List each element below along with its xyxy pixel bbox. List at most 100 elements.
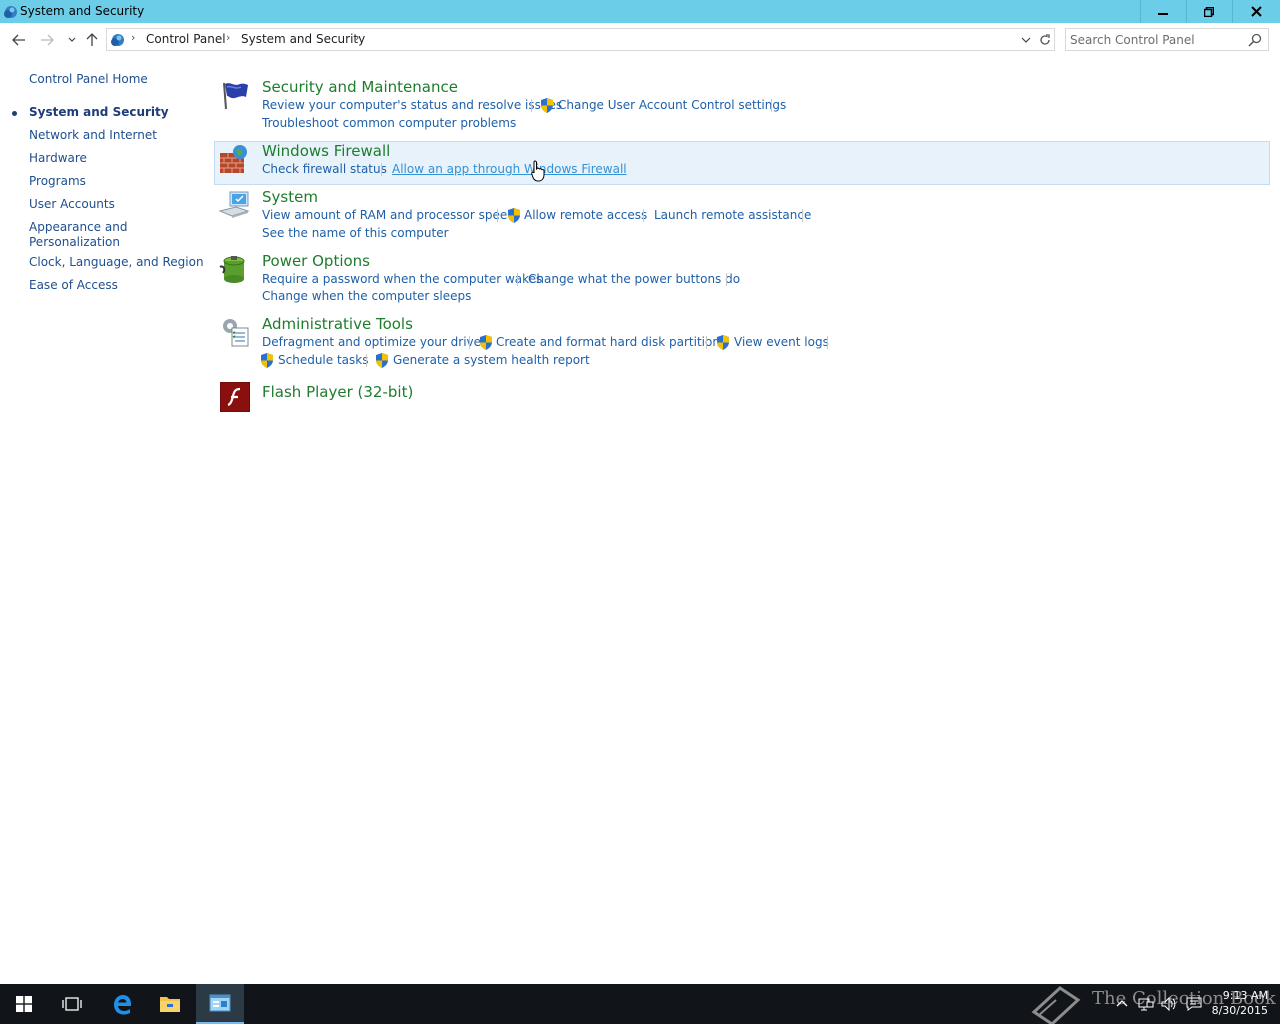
sidebar-item-appearance[interactable]: Appearance and Personalization (29, 220, 129, 250)
search-icon[interactable] (1247, 32, 1263, 48)
breadcrumb-separator[interactable]: › (226, 31, 230, 44)
search-box[interactable] (1065, 28, 1269, 51)
task-link[interactable]: See the name of this computer (262, 226, 449, 240)
windows-logo-icon (16, 996, 32, 1012)
back-button[interactable] (10, 31, 28, 49)
start-button[interactable] (0, 984, 48, 1024)
task-link[interactable]: Create and format hard disk partitions (496, 335, 726, 349)
edge-browser-button[interactable] (98, 984, 146, 1024)
breadcrumb-control-panel[interactable]: Control Panel (146, 32, 226, 46)
category-title[interactable]: System (262, 188, 318, 206)
forward-arrow-icon (41, 34, 54, 46)
divider (517, 273, 518, 286)
taskbar: The Collection Book 9:13 AM 8/30/2015 (0, 984, 1280, 1024)
task-link[interactable]: Allow remote access (524, 208, 647, 222)
edge-icon (114, 995, 131, 1015)
task-link[interactable]: View event logs (734, 335, 829, 349)
up-button[interactable] (83, 31, 101, 49)
clock-time: 9:13 AM (1222, 989, 1268, 1002)
divider (1140, 0, 1141, 23)
clock-date: 8/30/2015 (1211, 1004, 1268, 1017)
task-link[interactable]: Launch remote assistance (654, 208, 811, 222)
category-title[interactable]: Windows Firewall (262, 142, 390, 160)
firewall-icon (220, 145, 247, 173)
address-dropdown-icon[interactable] (1019, 32, 1033, 48)
task-link[interactable]: Change when the computer sleeps (262, 289, 471, 303)
navigation-bar: › Control Panel › System and Security › (0, 23, 1280, 56)
computer-icon (218, 191, 250, 218)
breadcrumb-system-and-security[interactable]: System and Security (241, 32, 365, 46)
breadcrumb-separator[interactable]: › (355, 31, 359, 44)
sidebar-item-programs[interactable]: Programs (29, 174, 86, 189)
close-button[interactable] (1232, 0, 1280, 23)
breadcrumb-separator[interactable]: › (131, 31, 135, 44)
divider (1232, 0, 1233, 23)
minimize-icon (1158, 12, 1168, 15)
up-arrow-icon (86, 33, 98, 46)
uac-shield-icon (717, 335, 729, 350)
sidebar-item-network-and-internet[interactable]: Network and Internet (29, 128, 157, 143)
uac-shield-icon (508, 208, 520, 223)
restore-button[interactable] (1186, 0, 1232, 23)
sidebar-item-system-and-security[interactable]: System and Security (29, 105, 169, 120)
control-panel-window-icon (209, 994, 231, 1012)
task-link[interactable]: Schedule tasks (278, 353, 368, 367)
uac-shield-icon (541, 98, 553, 113)
task-link[interactable]: Troubleshoot common computer problems (262, 116, 516, 130)
task-link[interactable]: Generate a system health report (393, 353, 590, 367)
battery-icon (219, 256, 245, 283)
task-link[interactable]: Change User Account Control settings (558, 98, 786, 112)
task-link[interactable]: Defragment and optimize your drives (262, 335, 487, 349)
forward-button[interactable] (38, 31, 56, 49)
category-title[interactable]: Security and Maintenance (262, 78, 458, 96)
divider (827, 336, 828, 349)
file-explorer-button[interactable] (146, 984, 194, 1024)
current-item-bullet (12, 111, 17, 116)
search-input[interactable] (1070, 31, 1240, 48)
sidebar-item-ease-of-access[interactable]: Ease of Access (29, 278, 118, 293)
category-title[interactable]: Administrative Tools (262, 315, 413, 333)
task-link[interactable]: Check firewall status (262, 162, 387, 176)
minimize-button[interactable] (1140, 0, 1186, 23)
category-title[interactable]: Flash Player (32-bit) (262, 383, 413, 401)
task-link[interactable]: Review your computer's status and resolv… (262, 98, 562, 112)
restore-icon (1204, 6, 1214, 17)
divider (726, 273, 727, 286)
task-link[interactable]: Require a password when the computer wak… (262, 272, 542, 286)
sidebar-item-clock-language-region[interactable]: Clock, Language, and Region (29, 255, 204, 270)
uac-shield-icon (376, 353, 388, 368)
task-view-button[interactable] (48, 984, 96, 1024)
sidebar-item-user-accounts[interactable]: User Accounts (29, 197, 115, 212)
action-center-icon[interactable] (1186, 996, 1202, 1012)
network-icon[interactable] (1138, 996, 1154, 1012)
sidebar-item-hardware[interactable]: Hardware (29, 151, 87, 166)
flash-icon (220, 382, 250, 412)
refresh-icon[interactable] (1037, 32, 1053, 48)
category-system: System View amount of RAM and processor … (214, 187, 1270, 245)
divider (366, 354, 367, 367)
task-link-hovered[interactable]: Allow an app through Windows Firewall (392, 162, 627, 176)
book-watermark-icon (1031, 986, 1081, 1024)
chevron-down-icon (68, 37, 76, 42)
title-bar: System and Security (0, 0, 1280, 23)
control-panel-taskbar-button[interactable] (196, 984, 244, 1024)
recent-locations-button[interactable] (63, 31, 81, 49)
divider (771, 99, 772, 112)
category-title[interactable]: Power Options (262, 252, 370, 270)
chevron-up-icon[interactable] (1114, 996, 1130, 1012)
category-power-options: Power Options Require a password when th… (214, 251, 1270, 309)
task-link[interactable]: View amount of RAM and processor speed (262, 208, 515, 222)
speaker-icon[interactable] (1161, 996, 1177, 1012)
control-panel-home-link[interactable]: Control Panel Home (29, 72, 148, 87)
admin-tools-icon (223, 319, 249, 347)
address-bar[interactable]: › Control Panel › System and Security › (106, 28, 1055, 51)
category-windows-firewall: Windows Firewall Check firewall status A… (214, 141, 1270, 185)
uac-shield-icon (480, 335, 492, 350)
uac-shield-icon (261, 353, 273, 368)
category-flash-player: Flash Player (32-bit) (214, 381, 1270, 415)
system-clock[interactable]: 9:13 AM 8/30/2015 (1212, 988, 1268, 1018)
category-administrative-tools: Administrative Tools Defragment and opti… (214, 314, 1270, 372)
divider (643, 209, 644, 222)
hand-cursor-icon (531, 160, 545, 182)
task-link[interactable]: Change what the power buttons do (528, 272, 740, 286)
